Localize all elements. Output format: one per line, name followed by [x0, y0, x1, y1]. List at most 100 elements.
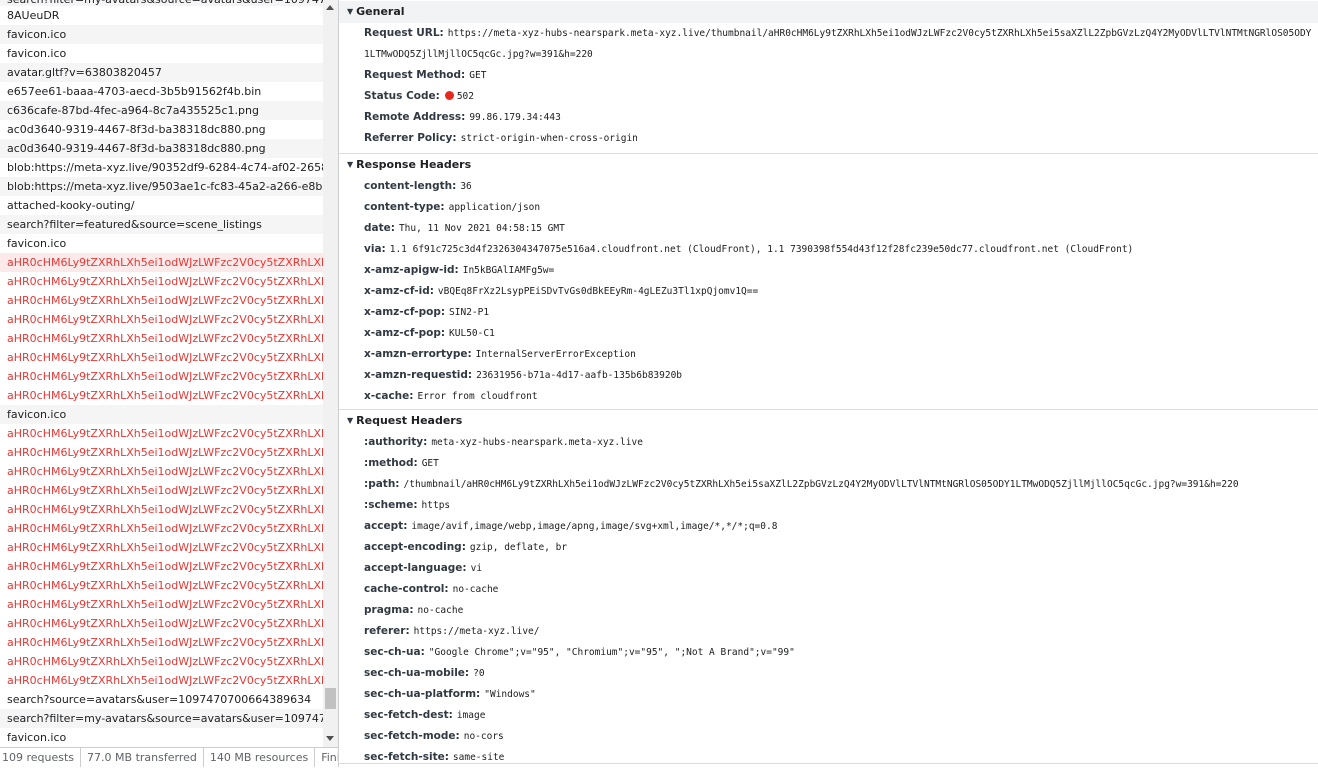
header-value: 23631956-b71a-4d17-aafb-135b6b83920b [476, 370, 683, 381]
request-row[interactable]: aHR0cHM6Ly9tZXRhLXh5ei1odWJzLWFzc2V0cy5t… [0, 443, 323, 462]
request-row[interactable]: aHR0cHM6Ly9tZXRhLXh5ei1odWJzLWFzc2V0cy5t… [0, 557, 323, 576]
request-row[interactable]: aHR0cHM6Ly9tZXRhLXh5ei1odWJzLWFzc2V0cy5t… [0, 367, 323, 386]
collapse-triangle-icon: ▼ [347, 7, 354, 16]
scrollbar-thumb[interactable] [325, 688, 336, 709]
request-row[interactable]: aHR0cHM6Ly9tZXRhLXh5ei1odWJzLWFzc2V0cy5t… [0, 595, 323, 614]
header-row: x-amz-cf-pop: KUL50-C1 [339, 323, 1318, 344]
request-row[interactable]: aHR0cHM6Ly9tZXRhLXh5ei1odWJzLWFzc2V0cy5t… [0, 424, 323, 443]
header-value: KUL50-C1 [449, 328, 495, 339]
request-row[interactable]: favicon.ico [0, 728, 323, 747]
header-key: pragma: [364, 604, 414, 616]
request-headers-toggle[interactable]: ▼ Request Headers [339, 410, 1318, 432]
request-row[interactable]: aHR0cHM6Ly9tZXRhLXh5ei1odWJzLWFzc2V0cy5t… [0, 329, 323, 348]
header-value: no-cache [452, 584, 499, 595]
header-row: :method: GET [339, 453, 1318, 474]
resources-size: 140 MB resources [204, 748, 316, 767]
general-section-toggle[interactable]: ▼ General [339, 1, 1318, 23]
header-key: :authority: [364, 436, 428, 448]
collapse-triangle-icon: ▼ [347, 160, 354, 169]
request-list: search?filter=my-avatars&source=avatars&… [0, 0, 323, 747]
request-row[interactable]: aHR0cHM6Ly9tZXRhLXh5ei1odWJzLWFzc2V0cy5t… [0, 538, 323, 557]
header-row: accept: image/avif,image/webp,image/apng,… [339, 516, 1318, 537]
request-row[interactable]: aHR0cHM6Ly9tZXRhLXh5ei1odWJzLWFzc2V0cy5t… [0, 481, 323, 500]
collapse-triangle-icon: ▼ [347, 416, 354, 425]
request-method-label: Request Method: [364, 69, 466, 81]
header-value: no-cache [417, 605, 464, 616]
header-row: date: Thu, 11 Nov 2021 04:58:15 GMT [339, 218, 1318, 239]
request-row[interactable]: aHR0cHM6Ly9tZXRhLXh5ei1odWJzLWFzc2V0cy5t… [0, 671, 323, 690]
request-method-row: Request Method: GET [339, 65, 1318, 86]
remote-address-value: 99.86.179.34:443 [469, 112, 561, 123]
request-row[interactable]: aHR0cHM6Ly9tZXRhLXh5ei1odWJzLWFzc2V0cy5t… [0, 253, 323, 272]
request-row[interactable]: avatar.gltf?v=63803820457 [0, 63, 323, 82]
header-row: x-amz-apigw-id: In5kBGAlIAMFg5w= [339, 260, 1318, 281]
request-row[interactable]: search?filter=featured&source=scene_list… [0, 215, 323, 234]
request-row[interactable]: attached-kooky-outing/ [0, 196, 323, 215]
request-row[interactable]: ac0d3640-9319-4467-8f3d-ba38318dc880.png [0, 120, 323, 139]
scroll-down-arrow-icon[interactable] [326, 736, 334, 741]
request-count: 109 requests [0, 748, 82, 767]
header-row: x-amz-cf-id: vBQEq8FrXz2LsypPEiSDvTvGs0dB… [339, 281, 1318, 302]
request-row[interactable]: search?source=avatars&user=1097470700664… [0, 690, 323, 709]
request-row[interactable]: c636cafe-87bd-4fec-a964-8c7a435525c1.png [0, 101, 323, 120]
request-row[interactable]: aHR0cHM6Ly9tZXRhLXh5ei1odWJzLWFzc2V0cy5t… [0, 291, 323, 310]
header-row: referer: https://meta-xyz.live/ [339, 621, 1318, 642]
remote-address-label: Remote Address: [364, 111, 466, 123]
transferred-size: 77.0 MB transferred [81, 748, 204, 767]
request-method-value: GET [469, 70, 487, 81]
request-row[interactable]: aHR0cHM6Ly9tZXRhLXh5ei1odWJzLWFzc2V0cy5t… [0, 310, 323, 329]
header-row: x-amzn-errortype: InternalServerErrorExce… [339, 344, 1318, 365]
header-value: image [456, 710, 486, 721]
header-value: Error from cloudfront [417, 391, 538, 402]
request-row[interactable]: ac0d3640-9319-4467-8f3d-ba38318dc880.png [0, 139, 323, 158]
header-key: :scheme: [364, 499, 418, 511]
header-row: :path:/thumbnail/aHR0cHM6Ly9tZXRhLXh5ei1… [339, 474, 1318, 495]
request-row[interactable]: aHR0cHM6Ly9tZXRhLXh5ei1odWJzLWFzc2V0cy5t… [0, 519, 323, 538]
header-key: cache-control: [364, 583, 449, 595]
request-row[interactable]: favicon.ico [0, 44, 323, 63]
request-row[interactable]: favicon.ico [0, 234, 323, 253]
request-url-label: Request URL: [364, 27, 444, 39]
request-row[interactable]: favicon.ico [0, 405, 323, 424]
request-list-panel: search?filter=my-avatars&source=avatars&… [0, 0, 339, 767]
request-row[interactable]: e657ee61-baaa-4703-aecd-3b5b91562f4b.bin [0, 82, 323, 101]
header-value: same-site [452, 752, 505, 763]
header-row: sec-ch-ua-mobile: ?0 [339, 663, 1318, 684]
request-row[interactable]: aHR0cHM6Ly9tZXRhLXh5ei1odWJzLWFzc2V0cy5t… [0, 348, 323, 367]
general-section: ▼ General Request URL: https://meta-xyz-hu… [339, 1, 1318, 154]
header-value: gzip, deflate, br [469, 542, 568, 553]
request-row[interactable]: aHR0cHM6Ly9tZXRhLXh5ei1odWJzLWFzc2V0cy5t… [0, 272, 323, 291]
scroll-up-arrow-icon[interactable] [326, 5, 334, 10]
general-title: General [356, 5, 405, 18]
header-value: meta-xyz-hubs-nearspark.meta-xyz.live [431, 437, 643, 448]
request-row[interactable]: aHR0cHM6Ly9tZXRhLXh5ei1odWJzLWFzc2V0cy5t… [0, 576, 323, 595]
response-headers-toggle[interactable]: ▼ Response Headers [339, 154, 1318, 176]
header-key: date: [364, 222, 395, 234]
header-row: x-amzn-requestid: 23631956-b71a-4d17-aafb… [339, 365, 1318, 386]
header-value: https://meta-xyz.live/ [413, 626, 540, 637]
request-row[interactable]: aHR0cHM6Ly9tZXRhLXh5ei1odWJzLWFzc2V0cy5t… [0, 500, 323, 519]
request-row[interactable]: aHR0cHM6Ly9tZXRhLXh5ei1odWJzLWFzc2V0cy5t… [0, 633, 323, 652]
request-row[interactable]: aHR0cHM6Ly9tZXRhLXh5ei1odWJzLWFzc2V0cy5t… [0, 614, 323, 633]
response-headers-list: content-length: 36 content-type: applicatio… [339, 176, 1318, 409]
request-row[interactable]: favicon.ico [0, 25, 323, 44]
header-row: accept-encoding: gzip, deflate, br [339, 537, 1318, 558]
request-row[interactable]: blob:https://meta-xyz.live/90352df9-6284… [0, 158, 323, 177]
header-key: referer: [364, 625, 410, 637]
request-list-scrollbar[interactable] [323, 0, 338, 747]
request-row[interactable]: 8AUeuDR [0, 6, 323, 25]
header-value: GET [421, 458, 439, 469]
header-value: 1.1 6f91c725c3d4f2326304347075e516a4.clo… [389, 244, 1134, 255]
request-row[interactable]: blob:https://meta-xyz.live/9503ae1c-fc83… [0, 177, 323, 196]
header-key: sec-fetch-dest: [364, 709, 453, 721]
request-row[interactable]: aHR0cHM6Ly9tZXRhLXh5ei1odWJzLWFzc2V0cy5t… [0, 386, 323, 405]
error-status-dot-icon [444, 91, 454, 100]
header-key: accept: [364, 520, 408, 532]
header-row: sec-ch-ua: "Google Chrome";v="95", "Chrom… [339, 642, 1318, 663]
header-key: x-amz-cf-pop: [364, 327, 446, 339]
request-row[interactable]: aHR0cHM6Ly9tZXRhLXh5ei1odWJzLWFzc2V0cy5t… [0, 652, 323, 671]
header-value: SIN2-P1 [449, 307, 490, 318]
request-row[interactable]: search?filter=my-avatars&source=avatars&… [0, 709, 323, 728]
header-row: x-amz-cf-pop: SIN2-P1 [339, 302, 1318, 323]
request-row[interactable]: aHR0cHM6Ly9tZXRhLXh5ei1odWJzLWFzc2V0cy5t… [0, 462, 323, 481]
